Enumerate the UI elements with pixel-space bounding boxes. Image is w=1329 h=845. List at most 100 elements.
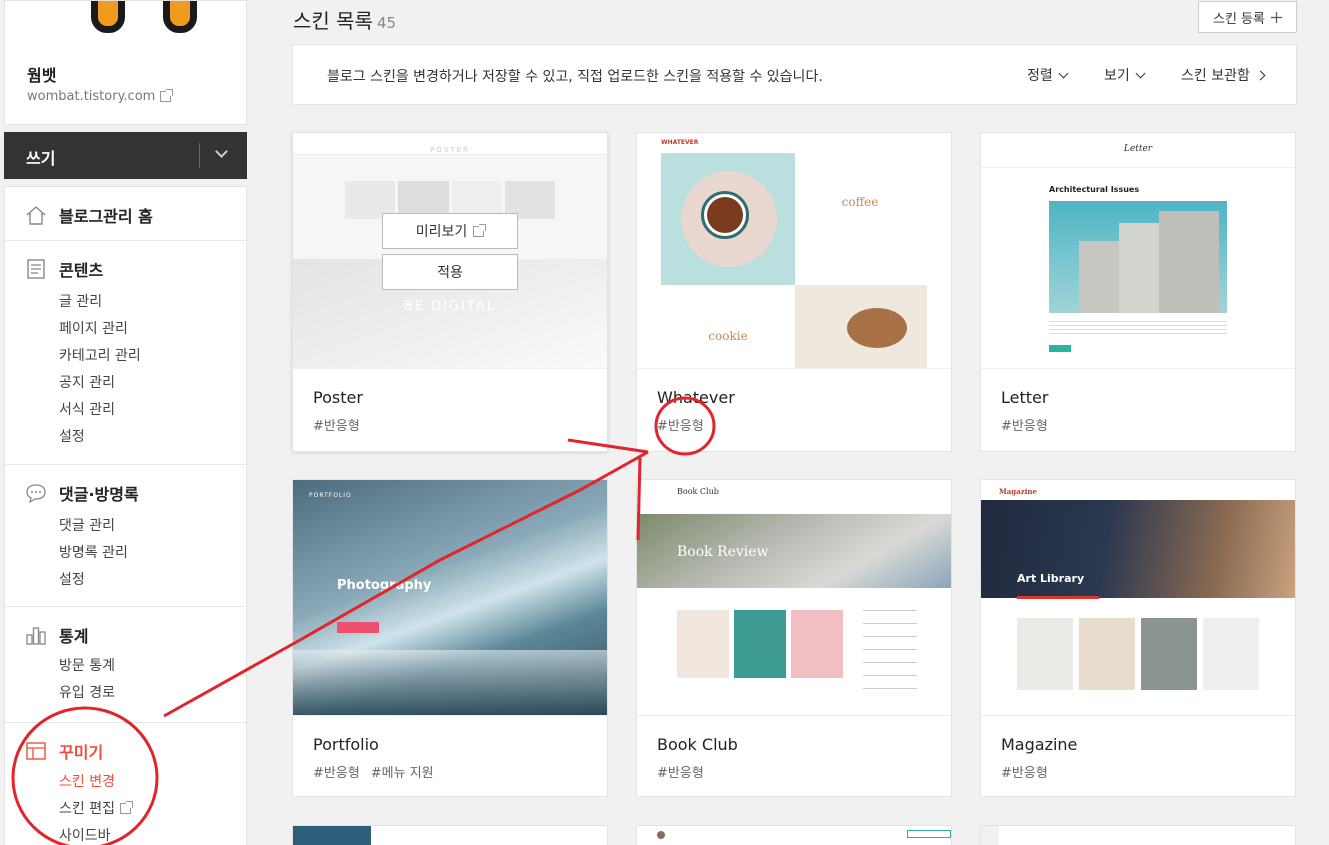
sidebar-subitem-sidebar[interactable]: 사이드바	[59, 825, 111, 845]
skin-card-letter[interactable]: Letter Architectural Issues Letter #반응형	[980, 132, 1296, 452]
skin-tag: #반응형	[313, 766, 360, 781]
sidebar-section-home: 블로그관리 홈	[5, 187, 248, 241]
chevron-down-icon[interactable]	[215, 145, 228, 158]
blog-logo[interactable]	[67, 1, 233, 41]
skin-card-partial[interactable]	[292, 825, 608, 845]
app-root: { "sidebar": { "blog_name": "웜뱃", "blog_…	[0, 0, 1329, 845]
thumb-heading: Photography	[337, 578, 432, 593]
sidebar-section-comments: 댓글·방명록 댓글 관리 방명록 관리 설정	[5, 465, 248, 607]
skin-tags: #반응형	[1001, 762, 1048, 781]
sidebar-subitem-skin-change[interactable]: 스킨 변경	[59, 771, 115, 791]
bar-chart-icon	[26, 627, 46, 645]
chevron-right-icon	[1255, 70, 1266, 80]
blog-url-text: wombat.tistory.com	[27, 89, 156, 104]
sidebar-subitem-categories[interactable]: 카테고리 관리	[59, 345, 141, 365]
thumb-logo-text: Book Club	[677, 487, 719, 496]
skin-tags: #반응형	[313, 415, 360, 434]
skin-tag: #반응형	[313, 419, 360, 434]
skin-tags: #반응형 #메뉴 지원	[313, 762, 434, 781]
sidebar-subitem-content-settings[interactable]: 설정	[59, 426, 85, 446]
blog-name: 웜뱃	[27, 66, 57, 85]
skin-thumbnail: Letter Architectural Issues	[981, 133, 1295, 369]
sidebar-subitem-templates[interactable]: 서식 관리	[59, 399, 115, 419]
skin-card-magazine[interactable]: Magazine Art Library Magazine #반응형	[980, 479, 1296, 797]
thumb-caption: BE DIGITAL	[403, 299, 497, 314]
thumb-logo-text: Letter	[1123, 144, 1153, 154]
thumb-logo-text: PORTFOLIO	[309, 492, 352, 499]
skin-tag: #반응형	[1001, 766, 1048, 781]
sidebar-subitem-posts[interactable]: 글 관리	[59, 291, 102, 311]
skin-name: Letter	[1001, 388, 1049, 407]
skin-card-partial[interactable]	[980, 825, 1296, 845]
sidebar-item-label: 통계	[59, 627, 89, 646]
write-button[interactable]: 쓰기	[4, 132, 247, 179]
sidebar-subitem-comment-manage[interactable]: 댓글 관리	[59, 515, 115, 535]
sidebar-subitem-skin-edit[interactable]: 스킨 편집	[59, 798, 133, 818]
blog-profile-card: 웜뱃 wombat.tistory.com	[4, 0, 247, 125]
preview-label: 미리보기	[415, 224, 468, 240]
chevron-down-icon	[1135, 68, 1146, 78]
external-link-icon	[473, 223, 487, 237]
skin-description: 블로그 스킨을 변경하거나 저장할 수 있고, 직접 업로드한 스킨을 적용할 …	[327, 69, 823, 85]
layout-icon	[26, 742, 46, 760]
skin-card-portfolio[interactable]: PORTFOLIO Photography Portfolio #반응형 #메뉴…	[292, 479, 608, 797]
sidebar-subitem-pages[interactable]: 페이지 관리	[59, 318, 128, 338]
preview-button[interactable]: 미리보기	[382, 213, 518, 249]
skin-thumbnail: POSTER BE DIGITAL 미리보기 적용	[293, 133, 607, 369]
skin-tag: #반응형	[1001, 419, 1048, 434]
skin-card-bookclub[interactable]: Book Club Book Review Book Club #반응형	[636, 479, 952, 797]
blog-url-link[interactable]: wombat.tistory.com	[27, 89, 174, 104]
sort-dropdown[interactable]: 정렬	[1027, 65, 1069, 85]
thumb-heading: Book Review	[677, 544, 769, 560]
sidebar-subitem-guestbook-manage[interactable]: 방명록 관리	[59, 542, 128, 562]
chevron-down-icon	[1058, 68, 1069, 78]
speech-bubble-icon	[26, 484, 46, 503]
register-skin-label: 스킨 등록	[1213, 11, 1265, 27]
external-link-icon	[119, 800, 133, 814]
skin-card-partial[interactable]	[636, 825, 952, 845]
sidebar-item-label: 꾸미기	[59, 743, 104, 762]
skin-storage-label: 스킨 보관함	[1181, 68, 1250, 84]
skin-thumbnail: Book Club Book Review	[637, 480, 951, 716]
skin-count: 45	[376, 14, 397, 32]
thumb-logo-text: WHATEVER	[661, 139, 699, 146]
plus-icon	[1270, 11, 1282, 23]
register-skin-button[interactable]: 스킨 등록	[1198, 1, 1297, 33]
skin-tag: #반응형	[657, 766, 704, 781]
sidebar-item-stats[interactable]: 통계	[25, 623, 88, 647]
skin-name: Portfolio	[313, 735, 379, 754]
home-icon	[26, 206, 46, 225]
sidebar-item-contents[interactable]: 콘텐츠	[25, 257, 103, 281]
skin-name: Whatever	[657, 388, 735, 407]
sidebar-item-comments[interactable]: 댓글·방명록	[25, 481, 139, 505]
skin-name: Magazine	[1001, 735, 1078, 754]
skin-thumbnail: PORTFOLIO Photography	[293, 480, 607, 716]
apply-button[interactable]: 적용	[382, 254, 518, 290]
sidebar-subitem-referrers[interactable]: 유입 경로	[59, 682, 115, 702]
skin-card-poster[interactable]: POSTER BE DIGITAL 미리보기 적용 Poster #반응형	[292, 132, 608, 452]
view-dropdown[interactable]: 보기	[1104, 65, 1146, 85]
sidebar-subitem-comment-settings[interactable]: 설정	[59, 569, 85, 589]
divider	[199, 143, 200, 168]
sidebar-item-label: 콘텐츠	[59, 261, 104, 280]
skin-thumbnail: WHATEVER coffee cookie	[637, 133, 951, 369]
sort-label: 정렬	[1027, 68, 1053, 84]
info-bar: 블로그 스킨을 변경하거나 저장할 수 있고, 직접 업로드한 스킨을 적용할 …	[292, 44, 1297, 105]
skin-storage-link[interactable]: 스킨 보관함	[1181, 65, 1266, 85]
thumb-logo-text: Magazine	[999, 487, 1037, 496]
sidebar-item-home[interactable]: 블로그관리 홈	[25, 203, 153, 227]
sidebar-subitem-label: 스킨 편집	[59, 801, 115, 817]
sidebar-section-contents: 콘텐츠 글 관리 페이지 관리 카테고리 관리 공지 관리 서식 관리 설정	[5, 241, 248, 465]
sidebar-item-label: 블로그관리 홈	[59, 207, 153, 226]
thumb-heading: Art Library	[1017, 572, 1085, 585]
thumb-word: cookie	[708, 329, 748, 343]
sidebar-subitem-notices[interactable]: 공지 관리	[59, 372, 115, 392]
sidebar-section-decorate: 꾸미기 스킨 변경 스킨 편집 사이드바	[5, 723, 248, 845]
sidebar-item-decorate[interactable]: 꾸미기	[25, 739, 103, 763]
sidebar-subitem-visit-stats[interactable]: 방문 통계	[59, 655, 115, 675]
sidebar-item-label: 댓글·방명록	[59, 485, 139, 504]
thumb-logo-text: POSTER	[430, 146, 470, 154]
skin-tags: #반응형	[657, 415, 704, 434]
skin-card-whatever[interactable]: WHATEVER coffee cookie Whatever #반응형	[636, 132, 952, 452]
skin-name: Book Club	[657, 735, 738, 754]
